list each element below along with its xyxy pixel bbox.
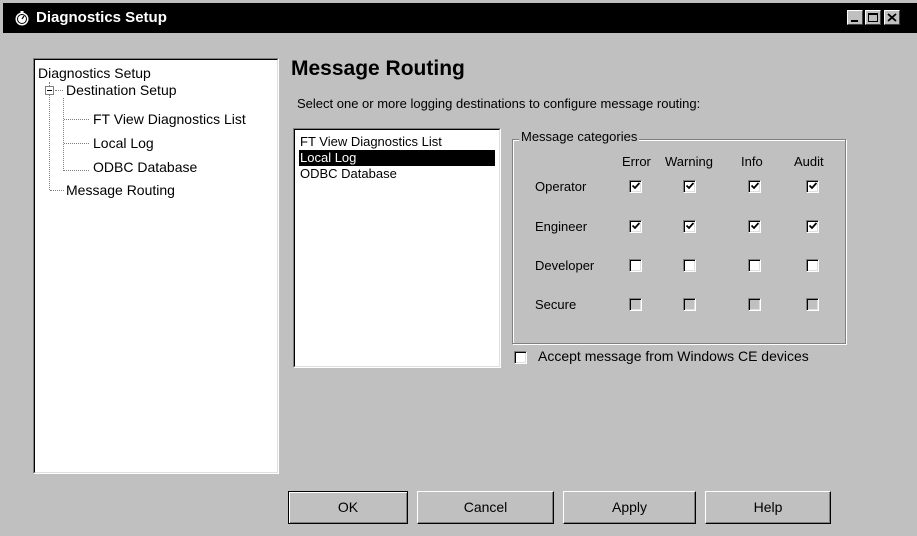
tree-connector <box>64 143 89 144</box>
row-label-secure: Secure <box>535 297 577 312</box>
checkbox-secure-error <box>629 298 642 311</box>
message-categories-group <box>512 139 846 344</box>
tree-item-diagnostics-setup[interactable]: Diagnostics Setup <box>38 65 151 81</box>
column-header-audit: Audit <box>794 154 824 169</box>
checkbox-secure-warning <box>683 298 696 311</box>
message-categories-legend: Message categories <box>519 129 640 144</box>
checkmark-icon <box>686 182 694 190</box>
destination-list[interactable]: FT View Diagnostics List Local Log ODBC … <box>293 128 501 368</box>
accept-windows-ce-checkbox[interactable] <box>514 351 527 364</box>
checkbox-engineer-info[interactable] <box>748 220 761 233</box>
tree-item-ft-view-diagnostics-list[interactable]: FT View Diagnostics List <box>93 111 246 127</box>
checkmark-icon <box>686 222 694 230</box>
close-button[interactable] <box>884 10 900 25</box>
checkbox-secure-info <box>748 298 761 311</box>
checkbox-engineer-error[interactable] <box>629 220 642 233</box>
checkmark-icon <box>751 182 759 190</box>
maximize-button[interactable] <box>865 10 881 25</box>
checkbox-developer-info[interactable] <box>748 259 761 272</box>
apply-button[interactable]: Apply <box>563 491 696 524</box>
checkmark-icon <box>809 222 817 230</box>
checkmark-icon <box>632 222 640 230</box>
checkbox-engineer-warning[interactable] <box>683 220 696 233</box>
checkbox-operator-audit[interactable] <box>806 180 819 193</box>
navigation-tree: Diagnostics Setup Destination Setup FT V… <box>33 58 279 474</box>
column-header-warning: Warning <box>665 154 713 169</box>
list-item-ft-view-diagnostics-list[interactable]: FT View Diagnostics List <box>299 134 443 150</box>
list-item-local-log[interactable]: Local Log <box>298 149 496 167</box>
minimize-button[interactable] <box>847 10 863 25</box>
accept-windows-ce-label[interactable]: Accept message from Windows CE devices <box>538 348 809 364</box>
column-header-info: Info <box>741 154 763 169</box>
tree-item-odbc-database[interactable]: ODBC Database <box>93 159 197 175</box>
title-bar[interactable]: Diagnostics Setup <box>3 3 917 33</box>
tree-item-destination-setup[interactable]: Destination Setup <box>66 82 177 98</box>
diagnostics-setup-window: Diagnostics Setup Diagnostics Setup Dest… <box>0 0 917 536</box>
checkbox-operator-warning[interactable] <box>683 180 696 193</box>
checkbox-developer-audit[interactable] <box>806 259 819 272</box>
page-title: Message Routing <box>291 57 465 80</box>
stopwatch-icon <box>15 11 29 26</box>
checkbox-engineer-audit[interactable] <box>806 220 819 233</box>
tree-connector <box>64 170 89 171</box>
instruction-text: Select one or more logging destinations … <box>297 96 701 111</box>
list-item-odbc-database[interactable]: ODBC Database <box>299 166 398 182</box>
close-icon <box>887 13 897 22</box>
cancel-button[interactable]: Cancel <box>417 491 554 524</box>
tree-connector <box>55 90 63 91</box>
window-title: Diagnostics Setup <box>36 9 167 26</box>
row-label-developer: Developer <box>535 258 595 273</box>
checkmark-icon <box>751 222 759 230</box>
tree-item-message-routing[interactable]: Message Routing <box>66 182 175 198</box>
tree-connector <box>64 119 89 120</box>
checkbox-operator-info[interactable] <box>748 180 761 193</box>
tree-item-local-log[interactable]: Local Log <box>93 135 154 151</box>
checkbox-secure-audit <box>806 298 819 311</box>
checkmark-icon <box>809 182 817 190</box>
collapse-toggle-icon[interactable] <box>45 86 54 95</box>
row-label-operator: Operator <box>535 179 587 194</box>
minimize-icon <box>851 20 858 22</box>
maximize-icon <box>868 13 878 22</box>
row-label-engineer: Engineer <box>535 219 588 234</box>
help-button[interactable]: Help <box>705 491 831 524</box>
column-header-error: Error <box>622 154 651 169</box>
checkbox-operator-error[interactable] <box>629 180 642 193</box>
checkmark-icon <box>632 182 640 190</box>
ok-button[interactable]: OK <box>288 491 408 524</box>
checkbox-developer-warning[interactable] <box>683 259 696 272</box>
tree-connector <box>49 82 50 190</box>
checkbox-developer-error[interactable] <box>629 259 642 272</box>
tree-connector <box>50 190 64 191</box>
tree-connector <box>63 98 64 171</box>
